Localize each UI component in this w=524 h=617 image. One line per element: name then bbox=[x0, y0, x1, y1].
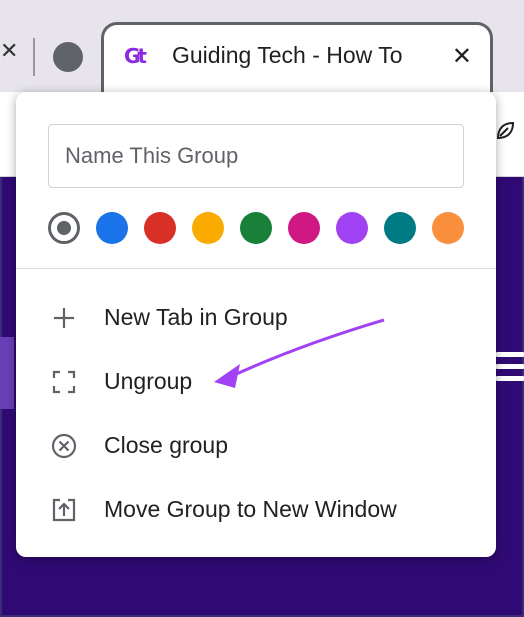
page-menu-icon bbox=[496, 352, 524, 388]
menu-item-close-group[interactable]: Close group bbox=[16, 418, 496, 474]
menu-item-move-group-to-new-window[interactable]: Move Group to New Window bbox=[16, 482, 496, 538]
menu-item-label: New Tab in Group bbox=[104, 304, 288, 330]
group-name-input[interactable] bbox=[48, 124, 464, 188]
color-swatch-yellow[interactable] bbox=[192, 212, 224, 244]
tab-group-indicator[interactable] bbox=[53, 42, 83, 72]
color-swatch-pink[interactable] bbox=[288, 212, 320, 244]
leaf-extension-icon[interactable] bbox=[494, 120, 516, 142]
move-window-icon bbox=[52, 498, 76, 522]
previous-tab-close-icon[interactable]: ✕ bbox=[0, 38, 18, 64]
guiding-tech-favicon-icon: Gt bbox=[124, 44, 147, 68]
menu-item-label: Close group bbox=[104, 432, 229, 458]
tab-strip: ✕ Gt Guiding Tech - How To ✕ bbox=[0, 0, 524, 94]
color-swatch-red[interactable] bbox=[144, 212, 176, 244]
page-element-chip bbox=[0, 337, 14, 409]
menu-item-new-tab-in-group[interactable]: New Tab in Group bbox=[16, 290, 496, 346]
color-swatch-grey[interactable] bbox=[48, 212, 80, 244]
ungroup-icon bbox=[52, 370, 76, 394]
menu-item-label: Ungroup bbox=[104, 368, 193, 394]
tab-separator bbox=[33, 38, 35, 76]
active-tab[interactable]: Gt Guiding Tech - How To ✕ bbox=[101, 22, 493, 94]
color-swatch-orange[interactable] bbox=[432, 212, 464, 244]
color-swatch-green[interactable] bbox=[240, 212, 272, 244]
color-swatch-blue[interactable] bbox=[96, 212, 128, 244]
color-swatch-cyan[interactable] bbox=[384, 212, 416, 244]
tab-group-editor-popup: New Tab in Group Ungroup Close group Mov… bbox=[16, 92, 496, 557]
menu-item-ungroup[interactable]: Ungroup bbox=[16, 354, 496, 410]
tab-close-icon[interactable]: ✕ bbox=[452, 42, 472, 71]
menu-item-label: Move Group to New Window bbox=[104, 496, 397, 522]
menu-divider bbox=[16, 268, 496, 269]
close-circle-icon bbox=[51, 433, 77, 459]
tab-title: Guiding Tech - How To bbox=[172, 42, 403, 68]
color-swatch-purple[interactable] bbox=[336, 212, 368, 244]
plus-icon bbox=[54, 308, 74, 328]
